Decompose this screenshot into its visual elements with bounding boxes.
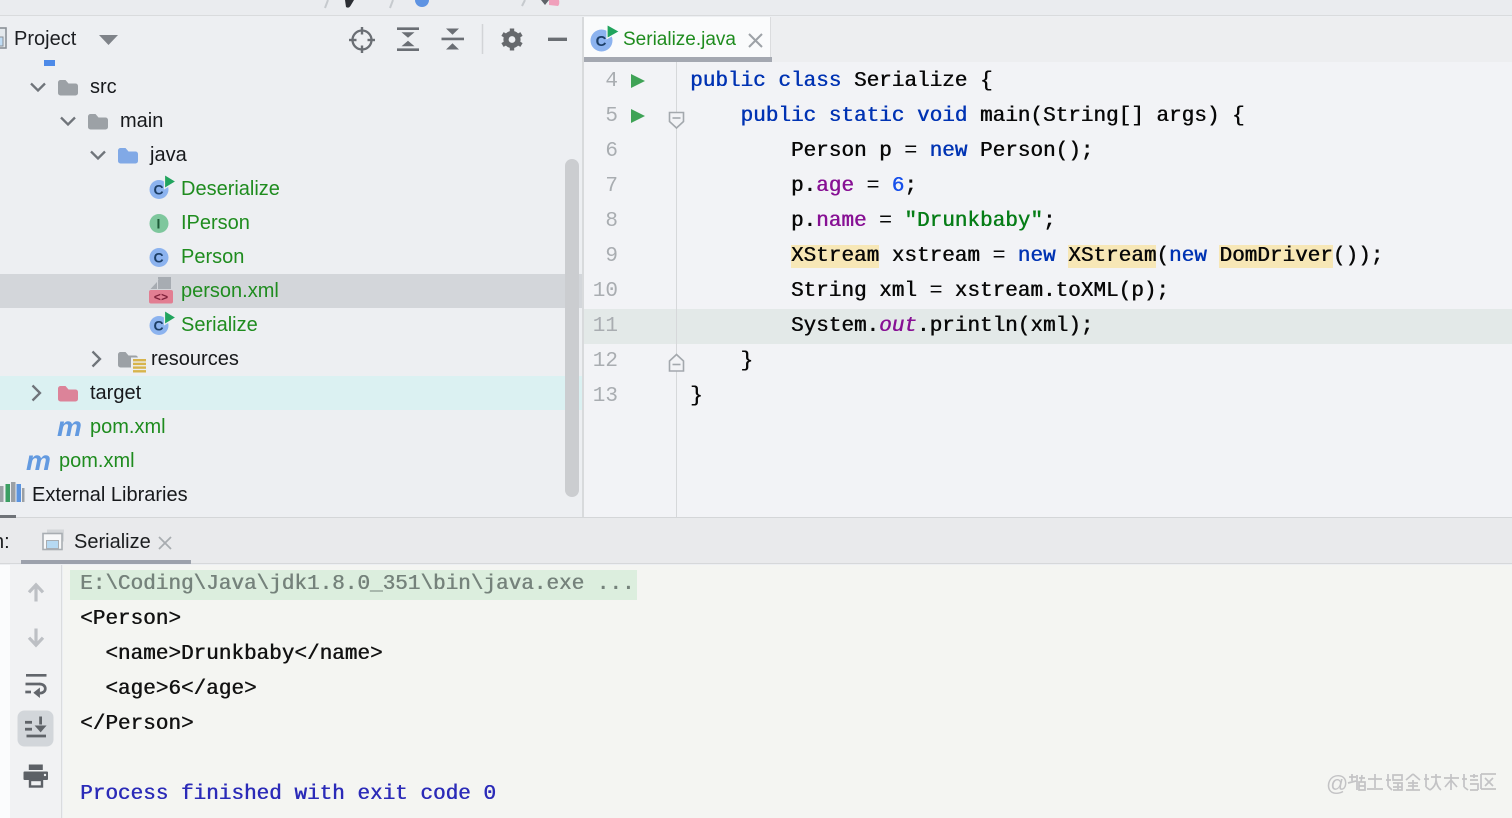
svg-text:I: I (157, 216, 161, 232)
svg-text:C: C (596, 33, 607, 50)
svg-text:C: C (153, 182, 163, 198)
svg-text:<>: <> (154, 291, 168, 305)
svg-text:C: C (153, 250, 163, 266)
svg-text:C: C (153, 318, 163, 334)
svg-text:m: m (57, 411, 82, 442)
svg-text:@: @ (1326, 771, 1348, 796)
svg-text:m: m (26, 445, 51, 476)
